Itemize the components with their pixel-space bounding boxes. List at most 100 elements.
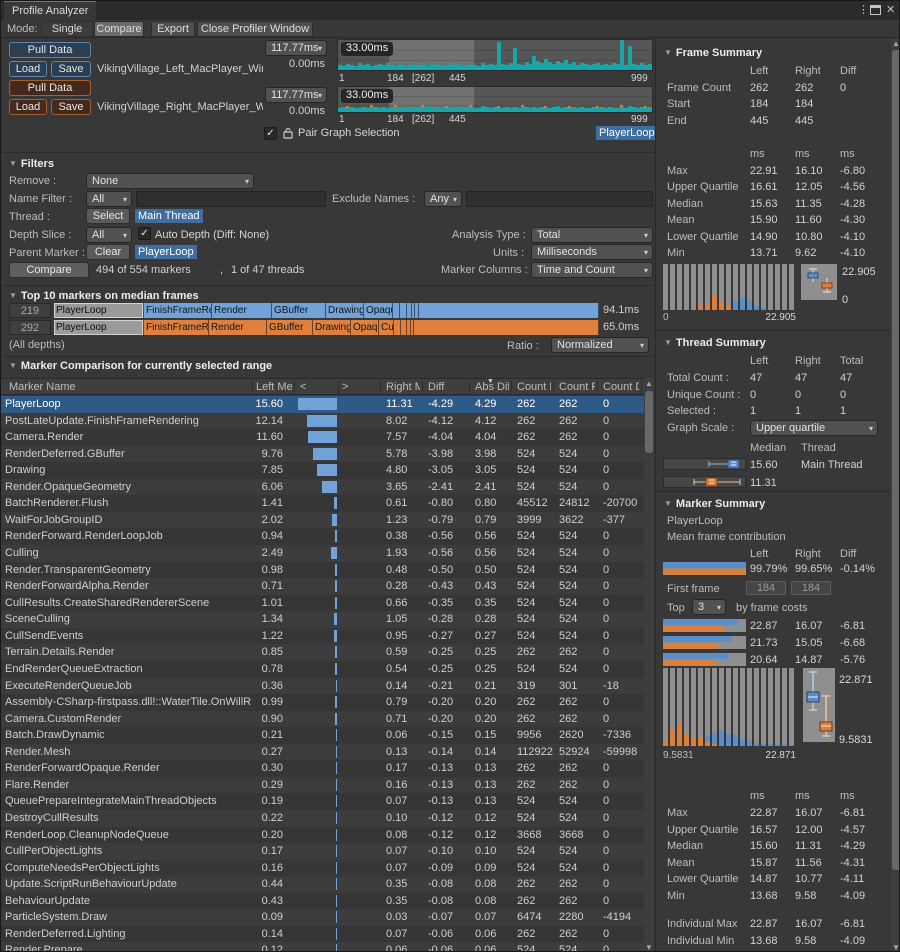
table-row[interactable]: Render.OpaqueGeometry6.063.65-2.412.4152… [1, 479, 644, 496]
marker-columns-dropdown[interactable]: Time and Count▾ [531, 262, 653, 278]
top10-segment-render[interactable]: Render [212, 303, 272, 318]
table-header-cell-count-d[interactable]: Count D [603, 380, 639, 395]
compare-button[interactable]: Compare [9, 262, 89, 278]
frame-graph-right[interactable]: 33.00ms [337, 86, 653, 113]
table-row[interactable]: RenderForward.RenderLoopJob0.940.38-0.56… [1, 528, 644, 545]
range-dropdown-left[interactable]: 117.77ms▾ [265, 40, 327, 56]
auto-depth-checkbox[interactable]: ✓ [138, 227, 151, 240]
parent-clear-button[interactable]: Clear [86, 244, 130, 260]
top-count-dropdown[interactable]: 3▾ [692, 599, 726, 615]
thread-summary-header[interactable]: ▼Thread Summary [664, 337, 766, 349]
table-row[interactable]: CullSendEvents1.220.95-0.270.275245240 [1, 628, 644, 645]
first-frame-left-button[interactable]: 184 [746, 581, 786, 595]
top10-segment-gbuffer[interactable]: GBuffer [267, 320, 313, 335]
top10-segment-drawing[interactable]: Drawing [326, 303, 364, 318]
name-filter-input[interactable] [136, 191, 326, 207]
top10-segment-gbuffer[interactable]: GBuffer [272, 303, 326, 318]
top10-segment[interactable] [414, 320, 599, 335]
table-row[interactable]: RenderForwardOpaque.Render0.300.17-0.130… [1, 760, 644, 777]
marker-summary-header[interactable]: ▼Marker Summary [664, 498, 765, 510]
top10-header[interactable]: ▼Top 10 markers on median frames [9, 290, 199, 302]
table-row[interactable]: EndRenderQueueExtraction0.780.54-0.250.2… [1, 661, 644, 678]
depth-slice-dropdown[interactable]: All▾ [86, 227, 132, 243]
load-left-button[interactable]: Load [9, 61, 47, 77]
top10-segment[interactable] [393, 303, 400, 318]
table-row[interactable]: BatchRenderer.Flush1.410.61-0.800.804551… [1, 495, 644, 512]
table-row[interactable]: CullResults.CreateSharedRendererScene1.0… [1, 595, 644, 612]
table-row[interactable]: ComputeNeedsPerObjectLights0.160.07-0.09… [1, 860, 644, 877]
pull-data-right-button[interactable]: Pull Data [9, 80, 91, 96]
ratio-dropdown[interactable]: Normalized▾ [551, 337, 649, 353]
table-row[interactable]: Camera.CustomRender0.900.71-0.200.202622… [1, 711, 644, 728]
table-header-cell-right-m[interactable]: Right M [386, 380, 420, 395]
name-filter-dropdown[interactable]: All▾ [86, 191, 132, 207]
panel-scrollbar[interactable]: ▲ ▼ [891, 38, 900, 952]
exclude-names-input[interactable] [466, 191, 653, 207]
top10-segment-opaqu[interactable]: Opaqu [364, 303, 393, 318]
remove-dropdown[interactable]: None▾ [86, 173, 254, 189]
first-frame-right-button[interactable]: 184 [791, 581, 831, 595]
table-row[interactable]: PostLateUpdate.FinishFrameRendering12.14… [1, 413, 644, 430]
save-left-button[interactable]: Save [51, 61, 91, 77]
pull-data-left-button[interactable]: Pull Data [9, 42, 91, 58]
tab-profile-analyzer[interactable]: Profile Analyzer [4, 1, 96, 20]
frame-summary-header[interactable]: ▼Frame Summary [664, 47, 762, 59]
table-row[interactable]: ExecuteRenderQueueJob0.360.14-0.210.2131… [1, 678, 644, 695]
load-right-button[interactable]: Load [9, 99, 47, 115]
maximize-icon[interactable] [870, 5, 881, 15]
table-row[interactable]: Batch.DrawDynamic0.210.06-0.150.15995626… [1, 727, 644, 744]
range-dropdown-right[interactable]: 117.77ms▾ [265, 87, 327, 103]
table-row[interactable]: DestroyCullResults0.220.10-0.120.1252452… [1, 810, 644, 827]
table-header-cell-count-l[interactable]: Count L [517, 380, 551, 395]
top10-segment-finishframer[interactable]: FinishFrameR [144, 320, 209, 335]
sort-indicator-icon[interactable]: ▼ [487, 378, 494, 385]
frame-graph-left[interactable]: 33.00ms [337, 39, 653, 71]
save-right-button[interactable]: Save [51, 99, 91, 115]
table-header-cell-diff[interactable]: Diff [428, 380, 467, 395]
filters-header[interactable]: ▼Filters [9, 158, 54, 170]
top10-segment[interactable] [400, 303, 407, 318]
table-row[interactable]: BehaviourUpdate0.430.35-0.080.082622620 [1, 893, 644, 910]
table-row[interactable]: Flare.Render0.290.16-0.130.132622620 [1, 777, 644, 794]
close-icon[interactable]: ✕ [886, 3, 895, 16]
table-scrollbar[interactable]: ▲ ▼ [644, 378, 654, 952]
table-header-cell-left-me[interactable]: Left Me [256, 380, 292, 395]
mode-compare-button[interactable]: Compare [94, 21, 144, 37]
table-row[interactable]: CullPerObjectLights0.170.07-0.100.105245… [1, 843, 644, 860]
table-row[interactable]: PlayerLoop15.6011.31-4.294.292622620 [1, 396, 644, 413]
graph-scale-dropdown[interactable]: Upper quartile▾ [750, 420, 878, 436]
marker-comparison-header[interactable]: ▼Marker Comparison for currently selecte… [9, 360, 272, 372]
top10-segment-cu[interactable]: Cu [379, 320, 394, 335]
top10-segment-finishframere[interactable]: FinishFrameRe [144, 303, 212, 318]
top10-segment[interactable] [394, 320, 401, 335]
table-row[interactable]: QueuePrepareIntegrateMainThreadObjects0.… [1, 793, 644, 810]
table-row[interactable]: SceneCulling1.341.05-0.280.285245240 [1, 611, 644, 628]
table-row[interactable]: Render.TransparentGeometry0.980.48-0.500… [1, 562, 644, 579]
top10-row[interactable]: PlayerLoopFinishFrameReRenderGBufferDraw… [54, 303, 599, 318]
export-button[interactable]: Export [151, 21, 195, 37]
table-row[interactable]: WaitForJobGroupID2.021.23-0.790.79399936… [1, 512, 644, 529]
table-row[interactable]: ParticleSystem.Draw0.090.03-0.070.076474… [1, 909, 644, 926]
top10-segment[interactable] [419, 303, 599, 318]
analysis-type-dropdown[interactable]: Total▾ [531, 227, 653, 243]
kebab-menu-icon[interactable]: ⋮ [858, 3, 869, 16]
table-header-cell-count-r[interactable]: Count R [559, 380, 595, 395]
top10-row[interactable]: PlayerLoopFinishFrameRRenderGBufferDrawi… [54, 320, 599, 335]
top10-segment-playerloop[interactable]: PlayerLoop [54, 320, 144, 335]
table-row[interactable]: Assembly-CSharp-firstpass.dll!::WaterTil… [1, 694, 644, 711]
table-row[interactable]: RenderDeferred.GBuffer9.765.78-3.983.985… [1, 446, 644, 463]
table-row[interactable]: Update.ScriptRunBehaviourUpdate0.440.35-… [1, 876, 644, 893]
table-row[interactable]: Drawing7.854.80-3.053.055245240 [1, 462, 644, 479]
top10-segment-playerloop[interactable]: PlayerLoop [54, 303, 144, 318]
table-row[interactable]: Camera.Render11.607.57-4.044.042622620 [1, 429, 644, 446]
link-lock-icon[interactable] [282, 127, 294, 140]
thread-select-button[interactable]: Select [86, 208, 130, 224]
top10-segment-opaqu[interactable]: Opaqu [351, 320, 379, 335]
pair-graph-checkbox[interactable]: ✓ [264, 127, 277, 140]
table-row[interactable]: Terrain.Details.Render0.850.59-0.250.252… [1, 644, 644, 661]
table-row[interactable]: RenderForwardAlpha.Render0.710.28-0.430.… [1, 578, 644, 595]
table-row[interactable]: RenderLoop.CleanupNodeQueue0.200.08-0.12… [1, 827, 644, 844]
top10-segment-drawing[interactable]: Drawing [313, 320, 351, 335]
exclude-names-dropdown[interactable]: Any▾ [424, 191, 462, 207]
table-header-cell-marker-name[interactable]: Marker Name [9, 380, 250, 395]
